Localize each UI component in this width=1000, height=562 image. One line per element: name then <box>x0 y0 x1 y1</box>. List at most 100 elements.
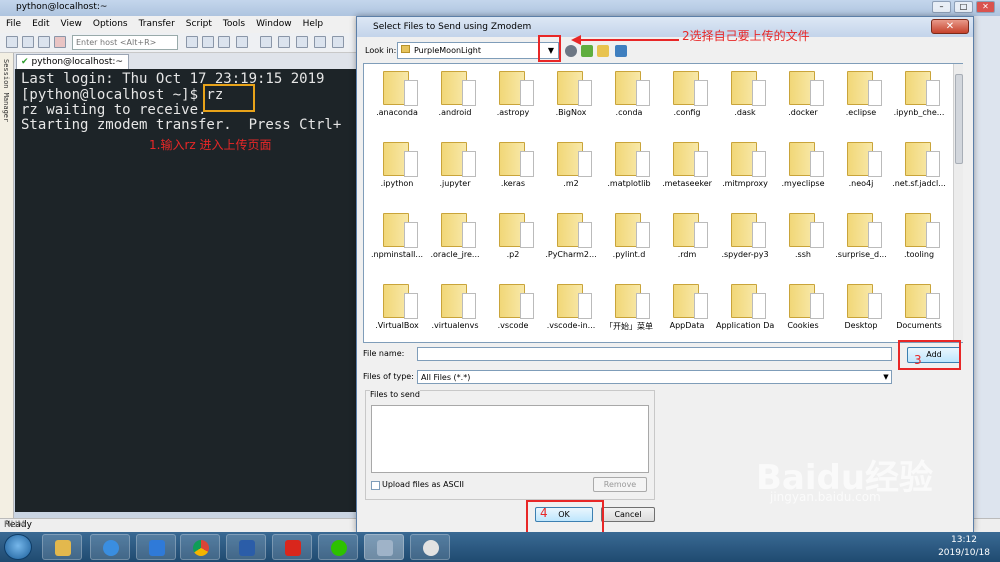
folder-item[interactable]: AppData <box>658 279 716 342</box>
folder-item[interactable]: .vscode-in... <box>542 279 600 342</box>
folder-item[interactable]: Application Data <box>716 279 774 342</box>
disconnect-icon[interactable] <box>54 36 66 48</box>
tools-icon[interactable] <box>278 36 290 48</box>
folder-item[interactable]: Cookies <box>774 279 832 342</box>
taskbar-youdao[interactable] <box>272 534 312 560</box>
folder-item[interactable]: .jupyter <box>426 137 484 207</box>
folder-item[interactable]: .PyCharm2... <box>542 208 600 278</box>
folder-item[interactable]: .ipython <box>368 137 426 207</box>
help-icon[interactable] <box>332 36 344 48</box>
folder-item[interactable]: .anaconda <box>368 66 426 136</box>
folder-item[interactable]: .eclipse <box>832 66 890 136</box>
menu-file[interactable]: File <box>0 16 26 29</box>
chevron-down-icon[interactable]: ▼ <box>881 371 891 383</box>
folder-item[interactable]: .docker <box>774 66 832 136</box>
folder-item[interactable]: .astropy <box>484 66 542 136</box>
taskbar-wechat[interactable] <box>318 534 358 560</box>
folder-item[interactable]: .keras <box>484 137 542 207</box>
folder-item[interactable]: .surprise_d... <box>832 208 890 278</box>
taskbar-notes[interactable] <box>136 534 176 560</box>
file-list-scrollbar[interactable] <box>953 64 963 342</box>
paste-icon[interactable] <box>202 36 214 48</box>
back-icon[interactable] <box>565 45 577 57</box>
find-icon[interactable] <box>218 36 230 48</box>
taskbar-securecrt[interactable] <box>364 534 404 560</box>
scrollbar-thumb[interactable] <box>955 74 963 164</box>
dialog-close-button[interactable]: ✕ <box>931 19 969 34</box>
cancel-button[interactable]: Cancel <box>601 507 655 522</box>
folder-item[interactable]: .ipynb_che... <box>890 66 948 136</box>
folder-item[interactable]: .rdm <box>658 208 716 278</box>
folder-label: .metaseeker <box>662 179 712 188</box>
file-name-input[interactable] <box>417 347 892 361</box>
folder-item[interactable]: .conda <box>600 66 658 136</box>
taskbar-media-player[interactable] <box>90 534 130 560</box>
menu-window[interactable]: Window <box>250 16 297 29</box>
connect-icon[interactable] <box>6 36 18 48</box>
folder-item[interactable]: .net.sf.jadcl... <box>890 137 948 207</box>
menu-tools[interactable]: Tools <box>217 16 250 29</box>
folder-item[interactable]: .npminstall... <box>368 208 426 278</box>
folder-item[interactable]: .mitmproxy <box>716 137 774 207</box>
terminal-pane[interactable]: Last login: Thu Oct 17 23:19:15 2019 [py… <box>15 69 360 512</box>
new-folder-icon[interactable] <box>597 45 609 57</box>
folder-item[interactable]: .oracle_jre... <box>426 208 484 278</box>
folder-item[interactable]: .metaseeker <box>658 137 716 207</box>
session-manager-strip[interactable]: Session Manager <box>0 53 14 518</box>
menu-view[interactable]: View <box>55 16 87 29</box>
folder-item[interactable]: .p2 <box>484 208 542 278</box>
print-icon[interactable] <box>236 36 248 48</box>
taskbar-virtualbox[interactable] <box>226 534 266 560</box>
folder-item[interactable]: .VirtualBox <box>368 279 426 342</box>
menu-options[interactable]: Options <box>87 16 133 29</box>
folder-item[interactable]: .m2 <box>542 137 600 207</box>
folder-item[interactable]: .dask <box>716 66 774 136</box>
menu-transfer[interactable]: Transfer <box>133 16 180 29</box>
folder-item[interactable]: .matplotlib <box>600 137 658 207</box>
folder-item[interactable]: .android <box>426 66 484 136</box>
folder-item[interactable]: .neo4j <box>832 137 890 207</box>
taskbar-explorer[interactable] <box>42 534 82 560</box>
start-button[interactable] <box>4 534 32 560</box>
system-tray[interactable] <box>790 540 910 554</box>
folder-item[interactable]: .vscode <box>484 279 542 342</box>
upload-ascii-checkbox[interactable] <box>371 481 380 490</box>
files-of-type-select[interactable]: All Files (*.*) <box>417 370 892 384</box>
remove-button[interactable]: Remove <box>593 477 647 492</box>
copy-icon[interactable] <box>186 36 198 48</box>
menu-help[interactable]: Help <box>297 16 329 29</box>
settings-icon[interactable] <box>260 36 272 48</box>
up-folder-icon[interactable] <box>581 45 593 57</box>
folder-item[interactable]: .config <box>658 66 716 136</box>
folder-item[interactable]: .pylint.d <box>600 208 658 278</box>
connect-tab-icon[interactable] <box>38 36 50 48</box>
view-menu-icon[interactable] <box>615 45 627 57</box>
folder-item[interactable]: 「开始」菜单 <box>600 279 658 342</box>
clock-date[interactable]: 2019/10/18 <box>934 548 994 558</box>
close-button[interactable]: ✕ <box>976 1 995 13</box>
folder-item[interactable]: Documents <box>890 279 948 342</box>
quick-connect-icon[interactable] <box>22 36 34 48</box>
folder-item[interactable]: .virtualenvs <box>426 279 484 342</box>
keymap-icon[interactable] <box>314 36 326 48</box>
clock-time[interactable]: 13:12 <box>934 535 994 545</box>
host-input[interactable] <box>72 35 178 50</box>
menu-script[interactable]: Script <box>180 16 217 29</box>
folder-item[interactable]: .tooling <box>890 208 948 278</box>
folder-item[interactable]: Desktop <box>832 279 890 342</box>
files-to-send-list[interactable] <box>371 405 649 473</box>
taskbar-paint[interactable] <box>410 534 450 560</box>
taskbar-chrome[interactable] <box>180 534 220 560</box>
look-in-select[interactable]: PurpleMoonLight <box>397 42 559 59</box>
folder-item[interactable]: .BigNox <box>542 66 600 136</box>
folder-item[interactable]: .spyder-py3 <box>716 208 774 278</box>
menu-edit[interactable]: Edit <box>26 16 54 29</box>
tab-session[interactable]: ✔ python@localhost:~ <box>16 54 129 69</box>
folder-item[interactable]: .ssh <box>774 208 832 278</box>
maximize-button[interactable]: □ <box>954 1 973 13</box>
folder-item[interactable]: .myeclipse <box>774 137 832 207</box>
file-list[interactable]: .anaconda .android .astropy .BigNox .conda .c… <box>363 63 963 343</box>
taskbar: 13:12 2019/10/18 <box>0 532 1000 562</box>
sftp-icon[interactable] <box>296 36 308 48</box>
minimize-button[interactable]: – <box>932 1 951 13</box>
